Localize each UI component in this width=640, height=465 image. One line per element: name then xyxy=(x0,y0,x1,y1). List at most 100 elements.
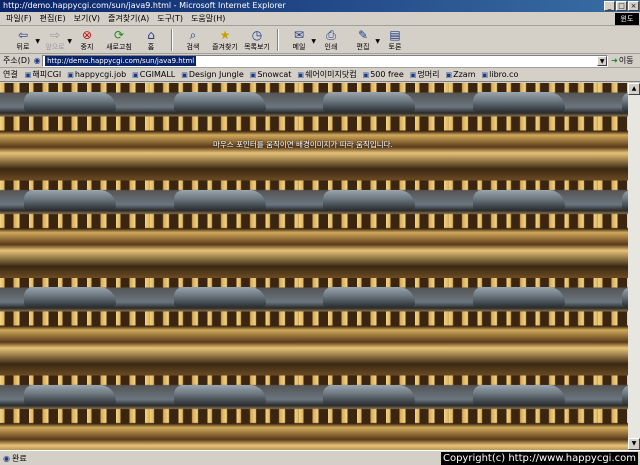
discuss-label: 토론 xyxy=(388,43,402,51)
mail-label: 메일 xyxy=(292,43,306,51)
link-item[interactable]: ▣ CGIMALL xyxy=(132,70,175,79)
car-image-tile xyxy=(24,92,116,112)
search-icon: ⌕ xyxy=(189,28,197,42)
window-title: http://demo.happycgi.com/sun/java9.html … xyxy=(3,1,286,10)
toolbar-separator xyxy=(171,29,173,51)
back-label: 뒤로 xyxy=(16,43,30,51)
address-label: 주소(D) xyxy=(3,56,31,65)
home-label: 홈 xyxy=(147,43,155,51)
page-icon: ▣ xyxy=(409,70,417,79)
menu-help[interactable]: 도움말(H) xyxy=(191,13,225,24)
history-button[interactable]: ◷ 목록보기 xyxy=(242,27,272,53)
favorites-button[interactable]: ★ 즐겨찾기 xyxy=(210,27,240,53)
stop-button[interactable]: ⊗ 중지 xyxy=(72,27,102,53)
mail-icon: ✉ xyxy=(293,28,305,42)
home-button[interactable]: ⌂ 홈 xyxy=(136,27,166,53)
menu-tools[interactable]: 도구(T) xyxy=(157,13,183,24)
go-arrow-icon: ➜ xyxy=(611,56,618,65)
link-label: happycgi.job xyxy=(74,70,127,79)
refresh-button[interactable]: ⟳ 새로고침 xyxy=(104,27,134,53)
link-label: 500 free xyxy=(370,70,404,79)
scroll-down-button[interactable]: ▼ xyxy=(628,438,640,450)
link-item[interactable]: ▣ Snowcat xyxy=(250,70,292,79)
instruction-text: 마우스 포인터를 움직이면 배경이미지가 따라 움직입니다. xyxy=(213,140,393,149)
go-label: 이동 xyxy=(618,56,634,65)
toolbar: ⇦ 뒤로 ▼ ⇨ 앞으로 ▼ ⊗ 중지 ⟳ 새로고침 ⌂ 홈 ⌕ 검색 ★ 즐겨… xyxy=(0,27,640,54)
home-icon: ⌂ xyxy=(147,28,155,42)
mail-button[interactable]: ✉ 메일 ▼ xyxy=(284,27,316,53)
menu-favorites[interactable]: 즐겨찾기(A) xyxy=(108,13,149,24)
car-image-tile xyxy=(24,189,116,210)
car-image-tile xyxy=(24,287,116,307)
chevron-down-icon[interactable]: ▼ xyxy=(597,55,608,66)
page-icon: ▣ xyxy=(481,70,489,79)
page-icon: ▣ xyxy=(362,70,370,79)
page-done-icon: ◉ xyxy=(3,453,10,463)
minimize-button[interactable]: _ xyxy=(604,1,615,11)
discuss-icon: ▤ xyxy=(389,28,401,42)
back-arrow-icon: ⇦ xyxy=(17,28,29,42)
link-item[interactable]: ▣ 해피CGI xyxy=(25,69,62,80)
page-icon: ▣ xyxy=(67,70,74,79)
link-item[interactable]: ▣ Zzam xyxy=(446,70,476,79)
window-controls: _ □ × xyxy=(604,1,639,11)
printer-icon: ⎙ xyxy=(326,28,336,42)
link-label: libro.co xyxy=(489,70,519,79)
page-icon: ▣ xyxy=(297,70,305,79)
favorites-label: 즐겨찾기 xyxy=(212,43,238,51)
print-label: 인쇄 xyxy=(324,43,338,51)
page-icon: ▣ xyxy=(249,70,257,79)
discuss-button[interactable]: ▤ 토론 xyxy=(380,27,410,53)
car-image-tile xyxy=(173,92,266,112)
link-item[interactable]: ▣ happycgi.job xyxy=(67,70,126,79)
vertical-scrollbar[interactable]: ▲ ▼ xyxy=(628,83,640,450)
toolbar-separator xyxy=(277,29,279,51)
car-image-tile xyxy=(472,287,565,307)
back-button[interactable]: ⇦ 뒤로 ▼ xyxy=(8,27,40,53)
address-input[interactable]: http://demo.happycgi.com/sun/java9.html … xyxy=(42,54,609,67)
go-button[interactable]: ➜ 이동 xyxy=(611,55,633,66)
link-label: Design Jungle xyxy=(188,70,244,79)
page-content[interactable]: 마우스 포인터를 움직이면 배경이미지가 따라 움직입니다. xyxy=(0,83,628,450)
forward-button[interactable]: ⇨ 앞으로 ▼ xyxy=(40,27,72,53)
stop-icon: ⊗ xyxy=(81,28,93,42)
car-image-tile xyxy=(323,384,415,405)
car-image-tile xyxy=(173,384,266,405)
maximize-button[interactable]: □ xyxy=(616,1,627,11)
forward-label: 앞으로 xyxy=(45,43,65,51)
car-image-tile xyxy=(323,92,415,112)
car-image-tile xyxy=(472,92,565,112)
edit-label: 편집 xyxy=(356,43,370,51)
car-image-tile xyxy=(24,384,116,405)
link-item[interactable]: ▣ 멍머리 xyxy=(410,69,440,80)
address-bar: 주소(D) ◉ http://demo.happycgi.com/sun/jav… xyxy=(0,54,640,68)
address-url: http://demo.happycgi.com/sun/java9.html xyxy=(45,55,197,66)
print-button[interactable]: ⎙ 인쇄 xyxy=(316,27,346,53)
forward-arrow-icon: ⇨ xyxy=(49,28,61,42)
stop-label: 중지 xyxy=(80,43,94,51)
link-item[interactable]: ▣ Design Jungle xyxy=(181,70,244,79)
link-label: 해피CGI xyxy=(32,70,62,79)
car-image-tile xyxy=(173,189,266,210)
edit-button[interactable]: ✎ 편집 ▼ xyxy=(348,27,380,53)
page-icon: ▣ xyxy=(24,70,32,79)
menu-file[interactable]: 파일(F) xyxy=(6,13,32,24)
link-label: Snowcat xyxy=(257,70,292,79)
menu-view[interactable]: 보기(V) xyxy=(74,13,100,24)
car-image-tile xyxy=(173,287,266,307)
windows-logo: 윈도 xyxy=(615,13,639,25)
car-image-tile xyxy=(472,384,565,405)
menubar: 파일(F) 편집(E) 보기(V) 즐겨찾기(A) 도구(T) 도움말(H) 윈… xyxy=(0,12,640,26)
refresh-label: 새로고침 xyxy=(106,43,132,51)
link-item[interactable]: ▣ libro.co xyxy=(482,70,519,79)
link-item[interactable]: ▣ 500 free xyxy=(363,70,404,79)
link-item[interactable]: ▣ 쉐어이미지닷컴 xyxy=(297,69,356,80)
menu-edit[interactable]: 편집(E) xyxy=(40,13,66,24)
history-icon: ◷ xyxy=(251,28,263,42)
edit-icon: ✎ xyxy=(357,28,369,42)
page-icon: ▣ xyxy=(132,70,139,79)
close-button[interactable]: × xyxy=(628,1,639,11)
search-label: 검색 xyxy=(186,43,200,51)
scroll-up-button[interactable]: ▲ xyxy=(628,83,640,95)
search-button[interactable]: ⌕ 검색 xyxy=(178,27,208,53)
